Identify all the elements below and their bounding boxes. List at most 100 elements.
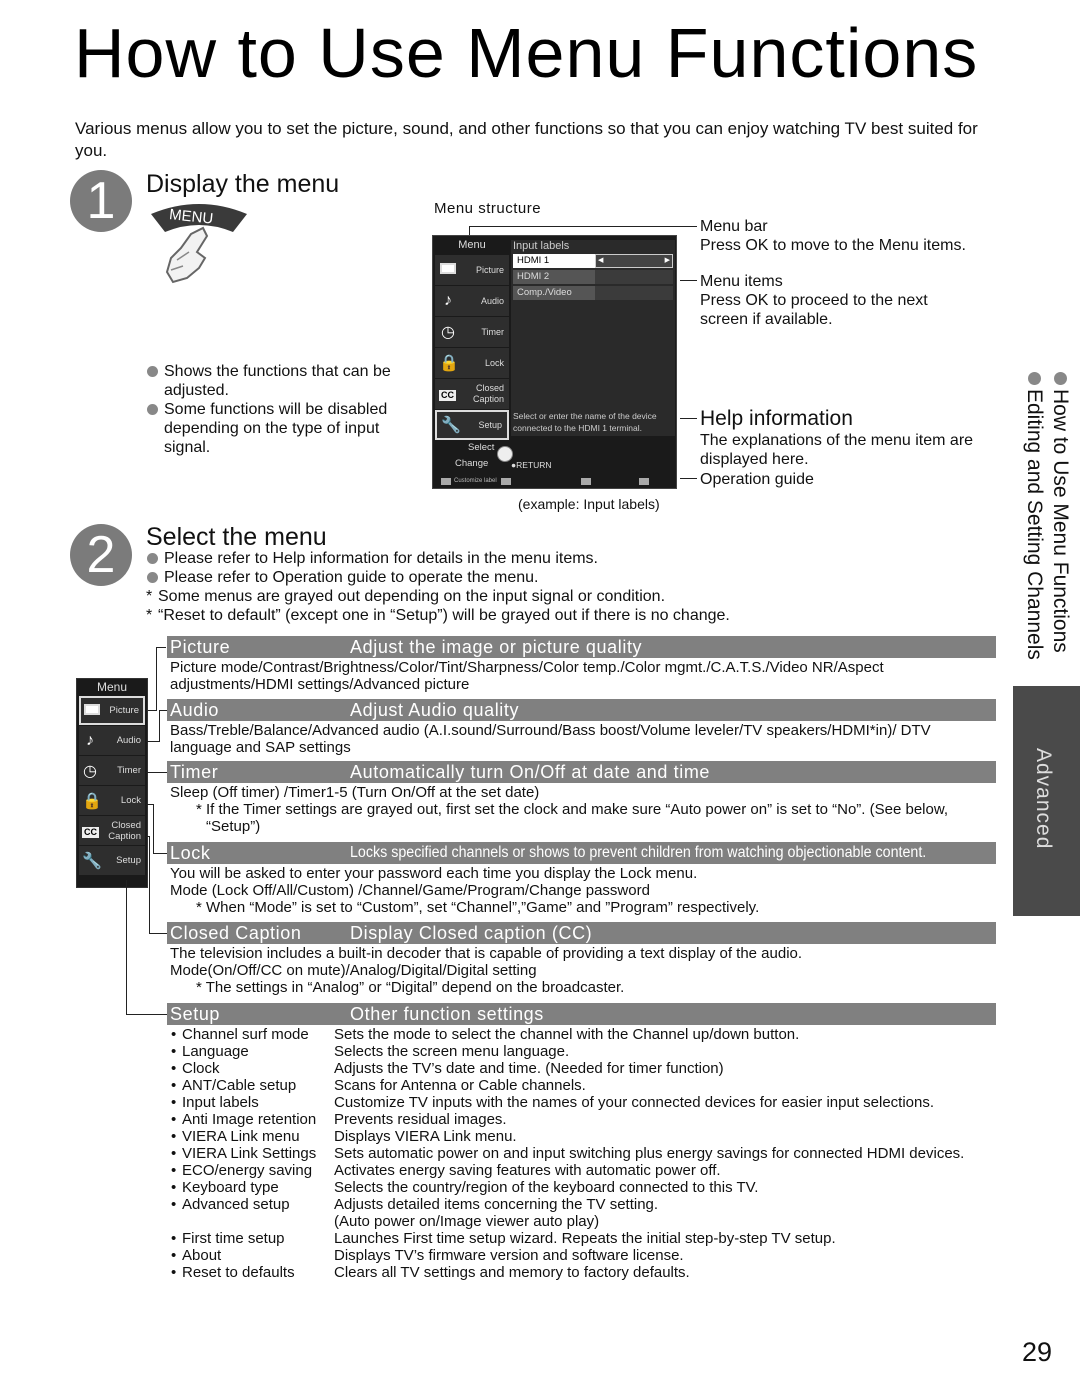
section-bar-picture: Picture Adjust the image or picture qual… [167, 636, 996, 658]
step-2-bullets: Please refer to Help information for det… [146, 549, 846, 587]
tv-menu-title: Menu [458, 239, 486, 251]
bullet-dot-icon [1027, 372, 1041, 385]
tv-menu-item-timer[interactable]: ◷ Timer [435, 317, 509, 347]
mini-menu-item-closed-caption[interactable]: CC Closed Caption [79, 816, 145, 845]
color-key-icon [441, 478, 451, 485]
connector-line [148, 710, 156, 711]
mini-menu-item-picture[interactable]: Picture [79, 696, 145, 725]
guide-customize-label: Customize label [454, 478, 497, 484]
connector-line [153, 804, 154, 854]
section-desc: Adjust Audio quality [350, 699, 520, 720]
tv-menu-item-label: Lock [484, 357, 504, 368]
advanced-tab[interactable]: Advanced [1013, 686, 1080, 916]
tv-menu-row-hdmi2[interactable]: HDMI 2 [513, 270, 673, 284]
annotation-head: Operation guide [700, 471, 814, 488]
wrench-icon: 🔧 [441, 417, 461, 434]
tv-menu-item-label: Closed Caption [472, 383, 504, 404]
tv-menu-screen: Menu Picture ♪ Audio ◷ Timer 🔒 Lock CC C… [432, 235, 677, 489]
section-text: Mode (Lock Off/All/Custom) /Channel/Game… [170, 882, 650, 899]
annotation-text: Press OK to move to the Menu items. [700, 237, 966, 254]
section-name: Setup [170, 1003, 221, 1024]
step-1-badge: 1 [70, 170, 132, 232]
music-note-icon: ♪ [444, 292, 452, 309]
mini-menu-title: Menu [96, 680, 128, 694]
tv-help-text: Select or enter the name of the device c… [513, 411, 657, 433]
tv-menu-item-picture[interactable]: Picture [435, 255, 509, 285]
setup-item-desc: Clears all TV settings and memory to fac… [334, 1264, 690, 1281]
mini-menu-item-timer[interactable]: ◷ Timer [79, 756, 145, 785]
setup-item-name: Anti Image retention [170, 1111, 334, 1128]
setup-row: ANT/Cable setupScans for Antenna or Cabl… [170, 1077, 990, 1094]
page-title: How to Use Menu Functions [74, 14, 979, 92]
guide-select-label: Select [468, 442, 495, 453]
lock-icon: 🔒 [439, 355, 459, 372]
setup-item-desc: Activates energy saving features with au… [334, 1162, 721, 1179]
side-nav-item-menu-functions[interactable]: How to Use Menu Functions [1048, 372, 1072, 653]
setup-row: Keyboard typeSelects the country/region … [170, 1179, 990, 1196]
tv-menu-row-hdmi1[interactable]: HDMI 1 ◀ ▶ [513, 254, 673, 268]
annotation-head: Menu items [700, 273, 783, 290]
tv-menu-sidebar: Menu Picture ♪ Audio ◷ Timer 🔒 Lock CC C… [435, 236, 509, 441]
setup-row: Advanced setupAdjusts detailed items con… [170, 1196, 990, 1213]
section-text: The television includes a built-in decod… [170, 945, 803, 962]
annotation-head: Menu bar [700, 218, 768, 235]
connector-line [156, 647, 157, 711]
mini-menu-item-setup[interactable]: 🔧 Setup [79, 846, 145, 875]
connector-line [146, 741, 160, 742]
section-bar-closed-caption: Closed Caption Display Closed caption (C… [167, 922, 996, 944]
section-bar-audio: Audio Adjust Audio quality [167, 699, 996, 721]
example-caption: (example: Input labels) [518, 496, 660, 512]
setup-item-name: Advanced setup [170, 1196, 334, 1213]
setup-item-desc: Selects the country/region of the keyboa… [334, 1179, 759, 1196]
intro-text: Various menus allow you to set the pictu… [75, 119, 978, 160]
bullet-item: Please refer to Help information for det… [146, 549, 846, 568]
section-name: Picture [170, 636, 231, 657]
tv-menu-item-setup[interactable]: 🔧 Setup [435, 410, 509, 440]
timer-icon: ◷ [83, 762, 97, 780]
tv-menu-item-label: Picture [475, 264, 504, 275]
connector-line [149, 836, 150, 934]
section-text: You will be asked to enter your password… [170, 865, 698, 882]
setup-item-name: VIERA Link menu [170, 1128, 334, 1145]
mini-menu: Menu Picture ♪ Audio ◷ Timer 🔒 Lock CC C… [76, 678, 148, 888]
wrench-icon: 🔧 [82, 852, 102, 870]
guide-return-label: ●RETURN [511, 460, 552, 470]
side-nav: How to Use Menu Functions Editing and Se… [1018, 372, 1078, 672]
guide-change-label: Change [455, 458, 489, 469]
connector-line [680, 280, 697, 281]
arrow-right-icon[interactable]: ▶ [665, 254, 670, 268]
tv-menu-row-label: HDMI 1 [513, 254, 595, 268]
side-nav-item-editing-channels[interactable]: Editing and Setting Channels [1022, 372, 1046, 660]
setup-item-name: Reset to defaults [170, 1264, 334, 1281]
color-key-icon [581, 478, 591, 485]
section-name: Timer [170, 761, 219, 782]
section-note: * When “Mode” is set to “Custom”, set “C… [196, 899, 760, 916]
connector-line [469, 226, 697, 227]
step-1-title: Display the menu [146, 170, 340, 198]
page-number: 29 [1022, 1337, 1053, 1367]
tv-menu-panel-title: Input labels [513, 240, 570, 252]
step-2-title: Select the menu [146, 523, 327, 551]
setup-item-desc: Scans for Antenna or Cable channels. [334, 1077, 586, 1094]
tv-menu-row-comp-video[interactable]: Comp./Video [513, 286, 673, 300]
tv-menu-item-lock[interactable]: 🔒 Lock [435, 348, 509, 378]
tv-menu-item-closed-caption[interactable]: CC Closed Caption [435, 379, 509, 409]
bullet-item: Some functions will be disabled dependin… [146, 400, 421, 457]
connector-line [126, 1014, 167, 1015]
tv-menu-item-label: Setup [478, 419, 502, 430]
tv-menu-item-audio[interactable]: ♪ Audio [435, 286, 509, 316]
connector-line [159, 710, 160, 742]
mini-menu-item-lock[interactable]: 🔒 Lock [79, 786, 145, 815]
music-note-icon: ♪ [86, 731, 94, 749]
setup-item-name: Input labels [170, 1094, 334, 1111]
setup-item-desc: Selects the screen menu language. [334, 1043, 570, 1060]
color-key-icon [639, 478, 649, 485]
arrow-left-icon[interactable]: ◀ [598, 254, 603, 268]
annotation-operation-guide: Operation guide [700, 470, 814, 489]
setup-item-desc: Sets the mode to select the channel with… [334, 1026, 800, 1043]
picture-icon [84, 702, 100, 720]
section-desc: Locks specified channels or shows to pre… [350, 844, 927, 861]
annotation-menu-bar: Menu bar Press OK to move to the Menu it… [700, 217, 1000, 255]
mini-menu-item-audio[interactable]: ♪ Audio [79, 726, 145, 755]
annotation-text: The explanations of the menu item are di… [700, 432, 974, 468]
